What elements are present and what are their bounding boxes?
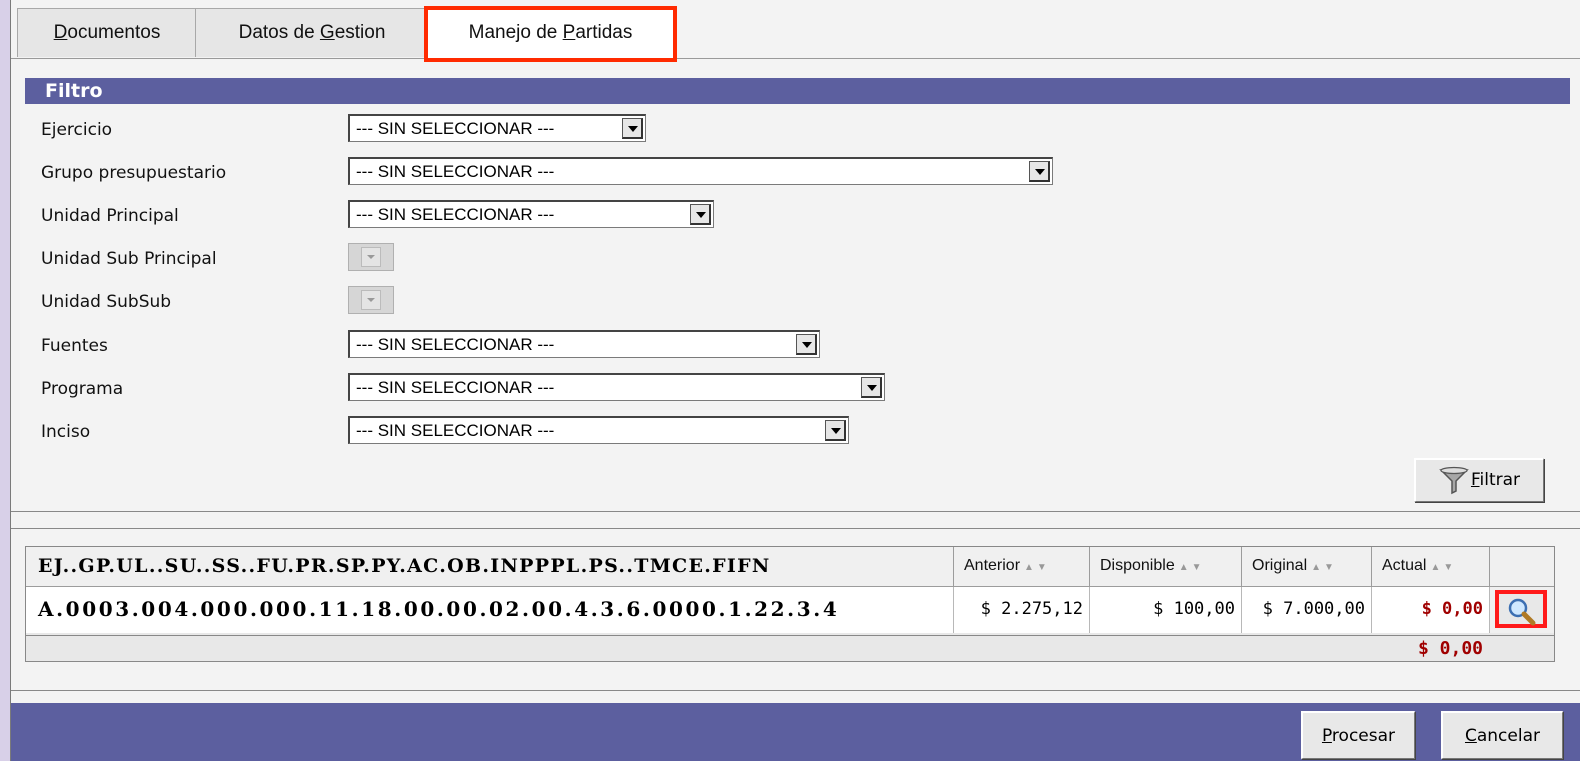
inciso-label: Inciso xyxy=(41,422,91,442)
tab-manejo-label-pre: Manejo de xyxy=(468,22,563,43)
filter-row-grupo: Grupo presupuestario --- SIN SELECCIONAR… xyxy=(41,157,1241,191)
chevron-down-icon[interactable] xyxy=(796,334,817,355)
programa-label: Programa xyxy=(41,379,124,399)
column-header-code[interactable]: EJ..GP.UL..SU..SS..FU.PR.SP.PY.AC.OB.INP… xyxy=(26,547,954,587)
programa-select[interactable]: --- SIN SELECCIONAR --- xyxy=(348,373,885,401)
filtrar-accesskey: F xyxy=(1470,470,1480,490)
row-disponible-value: $ 100,00 xyxy=(1153,599,1235,619)
procesar-accesskey: P xyxy=(1321,726,1332,746)
filtrar-button[interactable]: Filtrar xyxy=(1414,458,1544,502)
unidad-principal-select[interactable]: --- SIN SELECCIONAR --- xyxy=(348,200,714,228)
inciso-select-value: --- SIN SELECCIONAR --- xyxy=(356,421,555,440)
filter-header: Filtro xyxy=(25,78,1570,104)
inciso-select[interactable]: --- SIN SELECCIONAR --- xyxy=(348,416,849,444)
fuentes-label: Fuentes xyxy=(41,336,108,356)
cell-disponible: $ 100,00 xyxy=(1090,587,1242,633)
chevron-down-icon[interactable] xyxy=(690,204,711,225)
procesar-label: rocesar xyxy=(1331,726,1396,746)
column-header-disponible[interactable]: Disponible ▲▼ xyxy=(1090,547,1242,587)
column-header-actual[interactable]: Actual ▲▼ xyxy=(1372,547,1490,587)
cancelar-button[interactable]: Cancelar xyxy=(1441,711,1563,759)
chevron-down-icon[interactable] xyxy=(861,377,882,398)
tab-documentos[interactable]: Documentos xyxy=(17,8,197,57)
fuentes-select-value: --- SIN SELECCIONAR --- xyxy=(356,335,555,354)
divider-bottom xyxy=(11,528,1580,529)
row-code-value: A.0003.004.000.000.11.18.00.00.02.00.4.3… xyxy=(38,597,840,621)
row-original-value: $ 7.000,00 xyxy=(1262,599,1365,619)
column-header-code-label: EJ..GP.UL..SU..SS..FU.PR.SP.PY.AC.OB.INP… xyxy=(38,555,771,577)
fuentes-select[interactable]: --- SIN SELECCIONAR --- xyxy=(348,330,820,358)
window: Documentos Datos de Gestion Manejo de Pa… xyxy=(10,0,1580,761)
tab-datos-accesskey: G xyxy=(319,22,335,43)
filter-row-unidad-subsub: Unidad SubSub xyxy=(41,286,1241,320)
grid-total-value: $ 0,00 xyxy=(1418,638,1484,659)
row-anterior-value: $ 2.275,12 xyxy=(980,599,1083,619)
footer-bar: Procesar Cancelar xyxy=(11,703,1580,761)
tab-datos-label-pre: Datos de xyxy=(238,22,320,43)
tab-datos-label-post: estion xyxy=(334,22,386,43)
ejercicio-select-value: --- SIN SELECCIONAR --- xyxy=(356,119,555,138)
column-header-action xyxy=(1490,547,1554,587)
divider-top xyxy=(11,511,1580,512)
programa-select-value: --- SIN SELECCIONAR --- xyxy=(356,378,555,397)
filter-row-unidad-principal: Unidad Principal --- SIN SELECCIONAR --- xyxy=(41,200,1241,234)
filter-row-programa: Programa --- SIN SELECCIONAR --- xyxy=(41,373,1241,407)
filter-row-fuentes: Fuentes --- SIN SELECCIONAR --- xyxy=(41,330,1241,364)
unidad-subsub-select xyxy=(348,286,394,314)
chevron-down-icon xyxy=(361,290,381,310)
cell-action xyxy=(1490,587,1554,633)
chevron-down-icon[interactable] xyxy=(825,420,846,441)
sort-arrows-icon[interactable]: ▲▼ xyxy=(1179,562,1205,573)
sort-arrows-icon[interactable]: ▲▼ xyxy=(1430,562,1456,573)
grupo-select[interactable]: --- SIN SELECCIONAR --- xyxy=(348,157,1053,185)
unidad-sub-principal-select xyxy=(348,243,394,271)
grupo-select-value: --- SIN SELECCIONAR --- xyxy=(356,162,555,181)
column-header-original-label: Original xyxy=(1252,557,1308,574)
tab-documentos-accesskey: D xyxy=(53,22,68,43)
sort-arrows-icon[interactable]: ▲▼ xyxy=(1024,562,1050,573)
tab-manejo-label-post: artidas xyxy=(575,22,633,43)
partidas-grid: EJ..GP.UL..SU..SS..FU.PR.SP.PY.AC.OB.INP… xyxy=(25,546,1555,636)
magnifier-icon xyxy=(1508,598,1536,626)
grupo-label: Grupo presupuestario xyxy=(41,163,227,183)
tab-datos-de-gestion[interactable]: Datos de Gestion xyxy=(195,8,429,57)
unidad-subsub-label: Unidad SubSub xyxy=(41,292,172,312)
row-actual-value: $ 0,00 xyxy=(1421,599,1483,619)
column-header-actual-label: Actual xyxy=(1382,557,1427,574)
unidad-principal-select-value: --- SIN SELECCIONAR --- xyxy=(356,205,555,224)
column-header-anterior-label: Anterior xyxy=(964,557,1021,574)
filter-funnel-icon xyxy=(1439,466,1469,495)
grid-total-row: $ 0,00 xyxy=(25,636,1555,662)
tab-documentos-label-post: ocumentos xyxy=(67,22,161,43)
column-header-original[interactable]: Original ▲▼ xyxy=(1242,547,1372,587)
unidad-principal-label: Unidad Principal xyxy=(41,206,179,226)
ejercicio-select[interactable]: --- SIN SELECCIONAR --- xyxy=(348,114,646,142)
procesar-button[interactable]: Procesar xyxy=(1301,711,1415,759)
unidad-sub-principal-label: Unidad Sub Principal xyxy=(41,249,217,269)
chevron-down-icon[interactable] xyxy=(1029,161,1050,182)
tab-manejo-accesskey: P xyxy=(562,22,576,43)
cancelar-accesskey: C xyxy=(1464,726,1477,746)
filter-row-unidad-sub-principal: Unidad Sub Principal xyxy=(41,243,1241,277)
chevron-down-icon xyxy=(361,247,381,267)
divider-footer xyxy=(11,690,1580,691)
tab-bar: Documentos Datos de Gestion Manejo de Pa… xyxy=(11,6,1580,62)
column-header-disponible-label: Disponible xyxy=(1100,557,1175,574)
sort-arrows-icon[interactable]: ▲▼ xyxy=(1311,562,1337,573)
ejercicio-label: Ejercicio xyxy=(41,120,113,140)
column-header-anterior[interactable]: Anterior ▲▼ xyxy=(954,547,1090,587)
cell-original: $ 7.000,00 xyxy=(1242,587,1372,633)
cancelar-label: ancelar xyxy=(1476,726,1540,746)
tab-manejo-de-partidas[interactable]: Manejo de Partidas xyxy=(424,6,677,62)
filtrar-label: iltrar xyxy=(1479,470,1521,490)
search-detail-button[interactable] xyxy=(1495,590,1547,628)
cell-actual: $ 0,00 xyxy=(1372,587,1490,633)
filter-row-ejercicio: Ejercicio --- SIN SELECCIONAR --- xyxy=(41,114,1241,148)
filter-row-inciso: Inciso --- SIN SELECCIONAR --- xyxy=(41,416,1241,450)
chevron-down-icon[interactable] xyxy=(622,118,643,139)
cell-code: A.0003.004.000.000.11.18.00.00.02.00.4.3… xyxy=(26,587,954,633)
cell-anterior: $ 2.275,12 xyxy=(954,587,1090,633)
